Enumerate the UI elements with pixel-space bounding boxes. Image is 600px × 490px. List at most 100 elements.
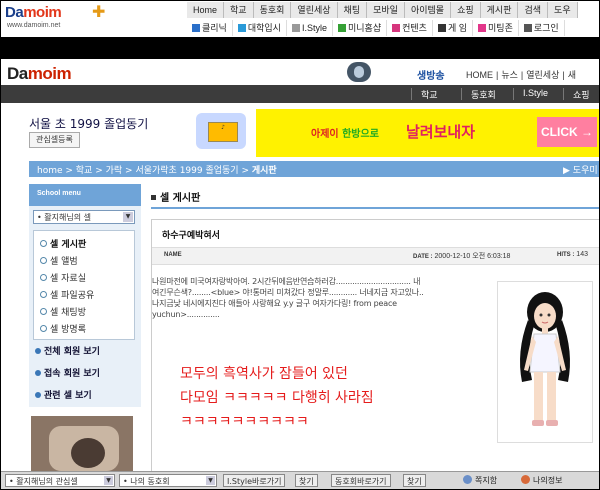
istyle-goto-field[interactable]: I.Style바로가기 — [223, 474, 286, 487]
ad-banner[interactable]: 아제이 한방으로 날려보내자 CLICK → — [256, 109, 599, 157]
header-nav-item[interactable]: 뉴스 — [498, 70, 521, 80]
sidebar-item-label: 셀 방명록 — [50, 325, 86, 335]
microphone-icon[interactable] — [347, 62, 371, 82]
portal-logo-text: Damoim — [5, 4, 62, 21]
breadcrumb-item[interactable]: 서울가락초 1999 졸업동기 — [135, 166, 238, 176]
main-nav-item[interactable]: 동호회 — [471, 88, 496, 101]
square-bullet-icon — [151, 195, 156, 200]
club-goto-field[interactable]: 동호회바로가기 — [331, 474, 391, 487]
sidebar-item-cell-menu[interactable]: 셀 파일공유 — [40, 288, 94, 301]
service-icon — [192, 24, 200, 32]
nav-separator — [461, 88, 462, 100]
header-nav-item[interactable]: 열린세상 — [523, 70, 562, 80]
portal-menu-item[interactable]: 동호회 — [254, 2, 292, 18]
post-hits: HITS : 143 — [557, 251, 588, 258]
sidebar-item-cell-menu[interactable]: 셀 자료실 — [40, 271, 86, 284]
portal-submenu-item[interactable]: 게 임 — [433, 20, 474, 36]
main-nav-item[interactable]: 학교 — [421, 88, 438, 101]
my-info-link[interactable]: 나의정보 — [521, 474, 562, 487]
portal-menu-item[interactable]: 학교 — [224, 2, 254, 18]
club-search-button[interactable]: 찾기 — [403, 474, 426, 487]
portal-submenu-label: 게 임 — [447, 23, 468, 33]
user-icon — [521, 475, 530, 484]
blue-bullet-icon — [35, 348, 41, 354]
black-band — [1, 37, 599, 59]
sidebar-link-member[interactable]: 전체 회원 보기 — [35, 344, 100, 357]
chevron-down-icon: ▼ — [104, 476, 113, 485]
chevron-down-icon: ▼ — [206, 476, 215, 485]
main-nav-item[interactable]: 쇼핑 — [573, 88, 590, 101]
portal-menu-item[interactable]: 검색 — [518, 2, 549, 18]
sidebar-link-member[interactable]: 관련 셀 보기 — [35, 388, 92, 401]
main-nav-item[interactable]: I.Style — [523, 88, 548, 98]
sidebar-item-cell-menu[interactable]: 셀 채팅방 — [40, 305, 86, 318]
banner-text-a: 아제이 한방으로 — [311, 129, 379, 140]
cell-selector[interactable]: • 활지해님의 셀 ▼ — [33, 210, 135, 224]
portal-menu-item[interactable]: 열린세상 — [291, 2, 338, 18]
portal-menu-item[interactable]: 채팅 — [338, 2, 368, 18]
message-icon — [463, 475, 472, 484]
browser-page: Damoim ✚ www.damoim.net Home 학교 동호회 열린세상 채팅 모… — [0, 0, 600, 490]
help-link[interactable]: ▶ 도우미 — [563, 163, 598, 176]
portal-sub-menu: 클리닉 대학입시 I.Style 미니홈샵 컨텐츠 게 임 미팅존 로그인 — [187, 20, 565, 36]
portal-menu-item[interactable]: 도우 — [548, 2, 578, 18]
damoim-portal-logo[interactable]: Damoim ✚ www.damoim.net — [5, 2, 115, 34]
portal-menu-item[interactable]: 쇼핑 — [451, 2, 481, 18]
section-divider — [151, 207, 599, 209]
sidebar-item-label: 셀 게시판 — [50, 240, 87, 250]
register-interest-button[interactable]: 관심셀등록 — [29, 132, 80, 148]
sidebar-link-label: 전체 회원 보기 — [44, 347, 100, 357]
section-title: 셀 게시판 — [151, 189, 200, 204]
portal-url: www.damoim.net — [7, 22, 61, 29]
portal-submenu-label: 대학입시 — [247, 23, 281, 33]
circle-bullet-icon — [40, 291, 47, 298]
istyle-search-button[interactable]: 찾기 — [295, 474, 318, 487]
sidebar-item-cell-menu[interactable]: 셀 앨범 — [40, 254, 78, 267]
circle-bullet-icon — [40, 325, 47, 332]
header-nav-item[interactable]: HOME — [463, 70, 496, 80]
circle-bullet-icon — [40, 274, 47, 281]
breadcrumb-item[interactable]: 가락 — [106, 166, 123, 176]
chevron-down-icon: ▼ — [123, 212, 133, 222]
sidebar-item-cell-menu[interactable]: 셀 게시판 — [40, 237, 86, 250]
portal-submenu-item[interactable]: 미팅존 — [473, 20, 519, 36]
circle-bullet-icon — [40, 257, 47, 264]
message-box-link[interactable]: 쪽지함 — [463, 474, 497, 487]
portal-submenu-label: 미팅존 — [488, 23, 513, 33]
portal-menu-item[interactable]: 게시판 — [481, 2, 519, 18]
breadcrumb-item[interactable]: home — [37, 166, 63, 176]
interest-cell-select[interactable]: • 활지해님의 관심셀 ▼ — [5, 474, 115, 487]
portal-submenu-item[interactable]: I.Style — [287, 20, 333, 36]
my-club-select[interactable]: • 나의 동호회 ▼ — [119, 474, 217, 487]
header-nav-item[interactable]: 새 — [565, 70, 579, 80]
portal-menu-item[interactable]: 모바일 — [367, 2, 405, 18]
circle-bullet-icon — [40, 240, 47, 247]
service-icon — [237, 24, 246, 32]
portal-menu-item[interactable]: 아이템몰 — [405, 2, 452, 18]
portal-menu-item[interactable]: Home — [187, 2, 225, 18]
site-logo[interactable]: Damoim — [7, 64, 72, 84]
portal-submenu-item[interactable]: 대학입시 — [233, 20, 287, 36]
main-nav-bar: 학교 동호회 I.Style 쇼핑 — [1, 85, 599, 103]
live-broadcast-link[interactable]: 생방송 — [417, 67, 445, 82]
cell-menu-list: 셀 게시판셀 앨범셀 자료실셀 파일공유셀 채팅방셀 방명록 — [33, 230, 135, 340]
service-icon — [291, 24, 300, 32]
breadcrumb-item[interactable]: 학교 — [76, 166, 93, 176]
profile-photo[interactable] — [31, 416, 133, 476]
service-icon — [337, 24, 346, 32]
blue-bullet-icon — [35, 392, 41, 398]
sidebar-item-cell-menu[interactable]: 셀 방명록 — [40, 322, 86, 335]
banner-character-icon: ♪ — [196, 113, 246, 149]
portal-submenu-item[interactable]: 컨텐츠 — [387, 20, 433, 36]
sidebar-item-label: 셀 자료실 — [50, 274, 86, 284]
portal-submenu-item[interactable]: 미니홈샵 — [333, 20, 388, 36]
sidebar-link-member[interactable]: 접속 회원 보기 — [35, 366, 100, 379]
sidebar-item-label: 셀 파일공유 — [50, 291, 95, 301]
portal-submenu-label: 로그인 — [533, 23, 559, 33]
portal-submenu-item[interactable]: 로그인 — [519, 20, 565, 36]
banner-click-button[interactable]: CLICK → — [537, 117, 597, 147]
service-icon — [478, 24, 487, 32]
club-title: 서울 초 1999 졸업동기 — [29, 117, 149, 131]
sidebar-link-label: 접속 회원 보기 — [44, 369, 100, 379]
portal-submenu-item[interactable]: 클리닉 — [187, 20, 233, 36]
